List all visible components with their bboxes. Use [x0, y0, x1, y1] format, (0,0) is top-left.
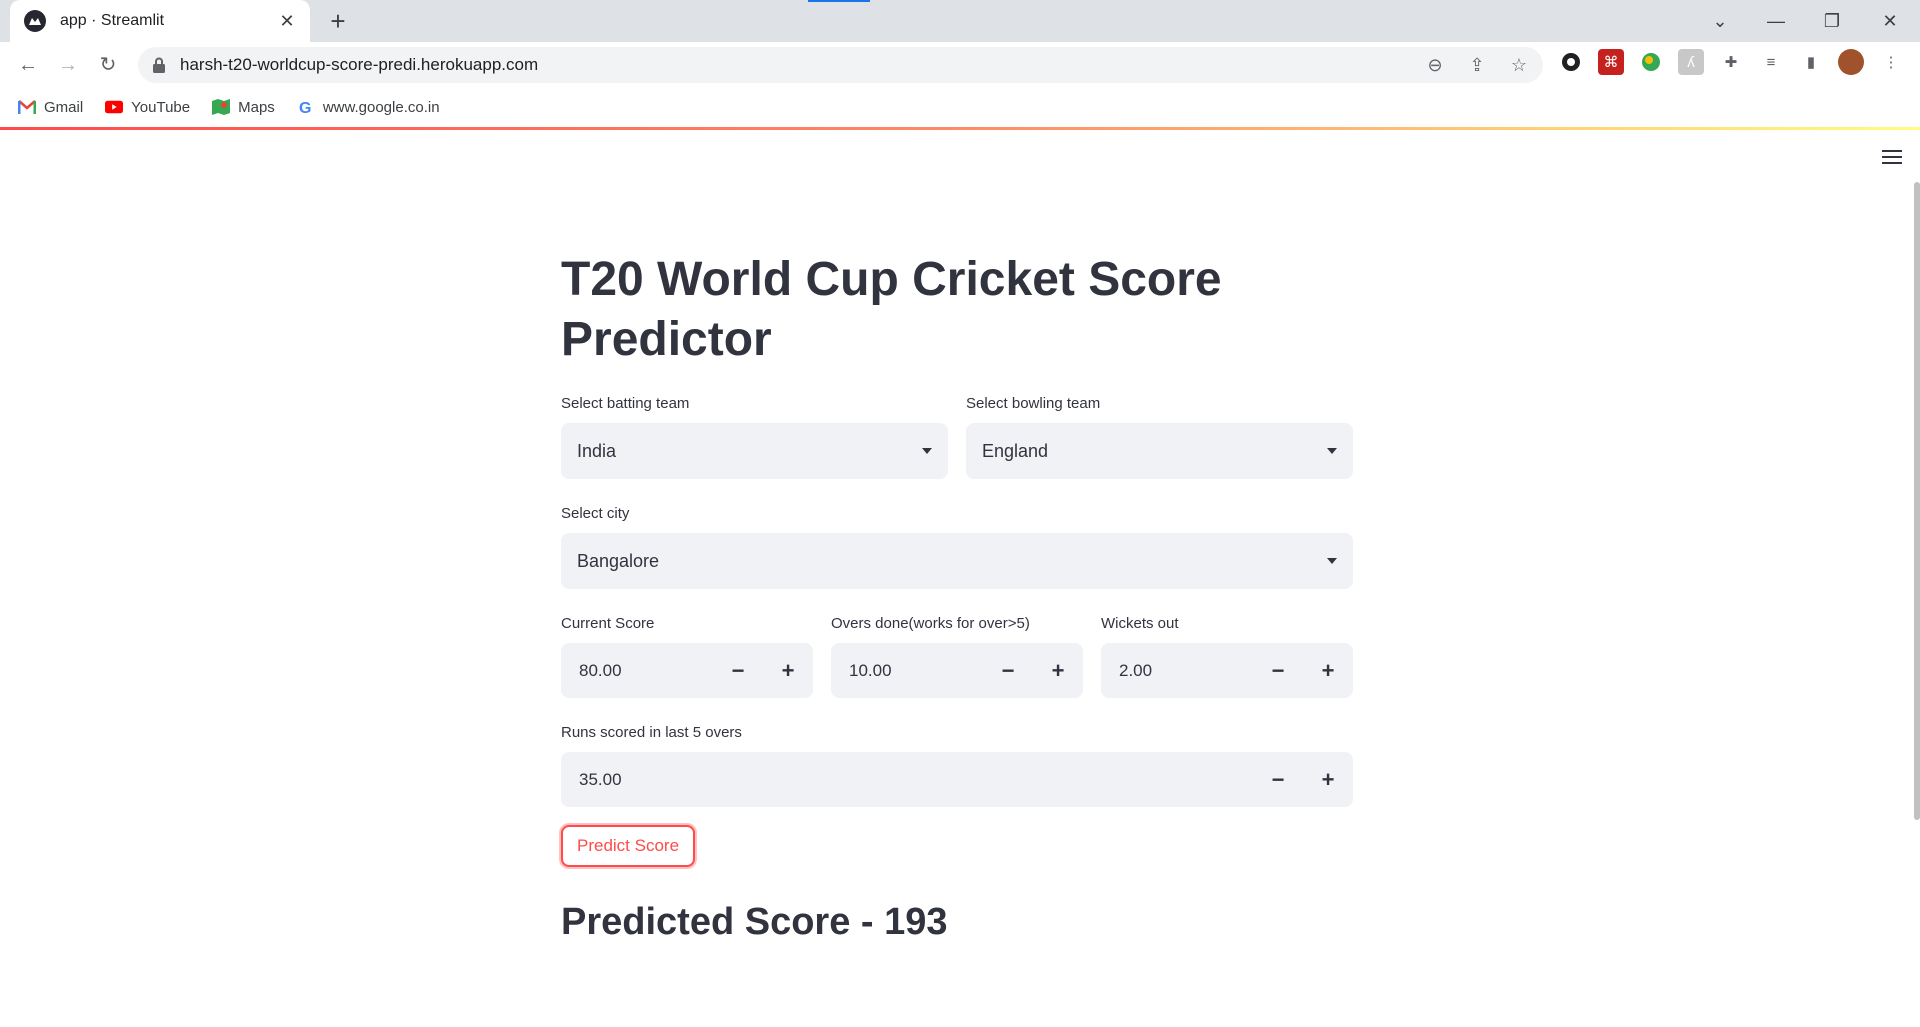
extension-globe-icon[interactable] — [1638, 49, 1664, 75]
overs-done-field: Overs done(works for over>5) 10.00 − + — [831, 615, 1083, 698]
bowling-team-label: Select bowling team — [966, 395, 1101, 412]
bowling-team-value: England — [982, 440, 1049, 461]
wickets-out-input[interactable]: 2.00 − + — [1101, 643, 1353, 698]
extension-grey-icon[interactable]: ʎ — [1678, 49, 1704, 75]
svg-text:G: G — [299, 100, 311, 116]
browser-tab-strip: app · Streamlit ✕ + ⌄ — ❐ ✕ — [0, 0, 1920, 42]
browser-toolbar: ← → ↻ harsh-t20-worldcup-score-predi.her… — [0, 42, 1920, 88]
current-score-input[interactable]: 80.00 − + — [561, 643, 813, 698]
overs-done-label: Overs done(works for over>5) — [831, 615, 1030, 632]
browser-tab[interactable]: app · Streamlit ✕ — [10, 0, 310, 42]
decrement-button[interactable]: − — [983, 643, 1033, 698]
close-window-button[interactable]: ✕ — [1870, 6, 1910, 36]
address-bar[interactable]: harsh-t20-worldcup-score-predi.herokuapp… — [138, 47, 1543, 83]
extension-pdf-icon[interactable]: ⌘ — [1598, 49, 1624, 75]
chevron-down-icon — [922, 448, 932, 454]
tab-title: app · Streamlit — [60, 12, 165, 29]
decrement-button[interactable]: − — [713, 643, 763, 698]
wickets-out-value[interactable]: 2.00 — [1101, 661, 1253, 681]
city-label: Select city — [561, 505, 630, 522]
back-arrow-icon[interactable]: ← — [12, 49, 44, 81]
maps-icon — [212, 99, 231, 115]
wickets-out-field: Wickets out 2.00 − + — [1101, 615, 1353, 698]
bookmark-gmail[interactable]: Gmail — [18, 99, 83, 116]
last-five-overs-value[interactable]: 35.00 — [561, 770, 1253, 790]
bookmark-label: YouTube — [131, 98, 191, 116]
last-five-overs-field: Runs scored in last 5 overs 35.00 − + — [561, 724, 1353, 807]
gmail-icon — [18, 100, 36, 114]
profile-avatar[interactable] — [1838, 49, 1864, 75]
streamlit-favicon-icon — [24, 10, 46, 32]
chrome-menu-icon[interactable]: ⋮ — [1878, 49, 1904, 75]
decrement-button[interactable]: − — [1253, 643, 1303, 698]
streamlit-app: T20 World Cup Cricket Score Predictor Se… — [0, 130, 1920, 1027]
last-five-overs-input[interactable]: 35.00 − + — [561, 752, 1353, 807]
current-score-label: Current Score — [561, 615, 655, 632]
bookmark-maps[interactable]: Maps — [212, 98, 275, 116]
match-state-row: Current Score 80.00 − + Overs done(works… — [561, 615, 1353, 698]
last-five-overs-label: Runs scored in last 5 overs — [561, 724, 742, 741]
batting-team-field: Select batting team India — [561, 395, 948, 479]
main-menu-icon[interactable] — [1882, 150, 1902, 166]
google-icon: G — [299, 100, 311, 116]
increment-button[interactable]: + — [763, 643, 813, 698]
city-value: Bangalore — [577, 550, 660, 571]
side-panel-icon[interactable]: ▮ — [1798, 49, 1824, 75]
tab-loading-indicator — [808, 0, 870, 2]
increment-button[interactable]: + — [1303, 643, 1353, 698]
bowling-team-select[interactable]: England — [966, 423, 1353, 479]
decrement-button[interactable]: − — [1253, 752, 1303, 807]
chevron-down-icon — [1327, 448, 1337, 454]
bookmark-label: Gmail — [44, 98, 84, 116]
main-content: T20 World Cup Cricket Score Predictor Se… — [561, 250, 1353, 944]
url-text: harsh-t20-worldcup-score-predi.herokuapp… — [180, 55, 539, 74]
forward-arrow-icon[interactable]: → — [52, 49, 84, 81]
extension-dark-reader-icon[interactable] — [1558, 49, 1584, 75]
page-title: T20 World Cup Cricket Score Predictor — [561, 253, 1222, 366]
share-icon[interactable]: ⇪ — [1465, 53, 1489, 77]
tab-search-icon[interactable]: ⌄ — [1700, 6, 1740, 36]
bookmarks-bar: Gmail YouTube Maps G www.google.co.in — [0, 88, 1920, 126]
bookmark-star-icon[interactable]: ☆ — [1507, 53, 1531, 77]
lock-icon — [153, 57, 165, 73]
current-score-value[interactable]: 80.00 — [561, 661, 713, 681]
increment-button[interactable]: + — [1033, 643, 1083, 698]
media-controls-icon[interactable]: ≡ — [1758, 49, 1784, 75]
predict-score-button[interactable]: Predict Score — [561, 825, 696, 867]
tab-close-icon[interactable]: ✕ — [276, 11, 298, 32]
chevron-down-icon — [1327, 558, 1337, 564]
wickets-out-label: Wickets out — [1101, 615, 1179, 632]
team-select-row: Select batting team India Select bowling… — [561, 395, 1353, 479]
batting-team-select[interactable]: India — [561, 423, 948, 479]
current-score-field: Current Score 80.00 − + — [561, 615, 813, 698]
predicted-score-heading: Predicted Score - 193 — [561, 901, 948, 943]
overs-done-input[interactable]: 10.00 − + — [831, 643, 1083, 698]
extensions-puzzle-icon[interactable]: ✚ — [1718, 49, 1744, 75]
city-select[interactable]: Bangalore — [561, 533, 1353, 589]
bookmark-label: Maps — [238, 98, 275, 116]
increment-button[interactable]: + — [1303, 752, 1353, 807]
city-field: Select city Bangalore — [561, 505, 1353, 589]
minimize-window-button[interactable]: — — [1756, 6, 1796, 36]
batting-team-value: India — [577, 440, 617, 461]
bookmark-google[interactable]: G www.google.co.in — [297, 98, 440, 117]
overs-done-value[interactable]: 10.00 — [831, 661, 983, 681]
page-scrollbar[interactable] — [1914, 182, 1920, 820]
youtube-icon — [105, 100, 124, 114]
new-tab-button[interactable]: + — [322, 6, 354, 36]
restore-window-button[interactable]: ❐ — [1812, 6, 1852, 36]
bookmark-youtube[interactable]: YouTube — [105, 99, 190, 116]
reload-icon[interactable]: ↻ — [92, 49, 124, 81]
bookmark-label: www.google.co.in — [322, 98, 440, 116]
batting-team-label: Select batting team — [561, 395, 690, 412]
zoom-icon[interactable]: ⊖ — [1423, 53, 1447, 77]
bowling-team-field: Select bowling team England — [966, 395, 1353, 479]
